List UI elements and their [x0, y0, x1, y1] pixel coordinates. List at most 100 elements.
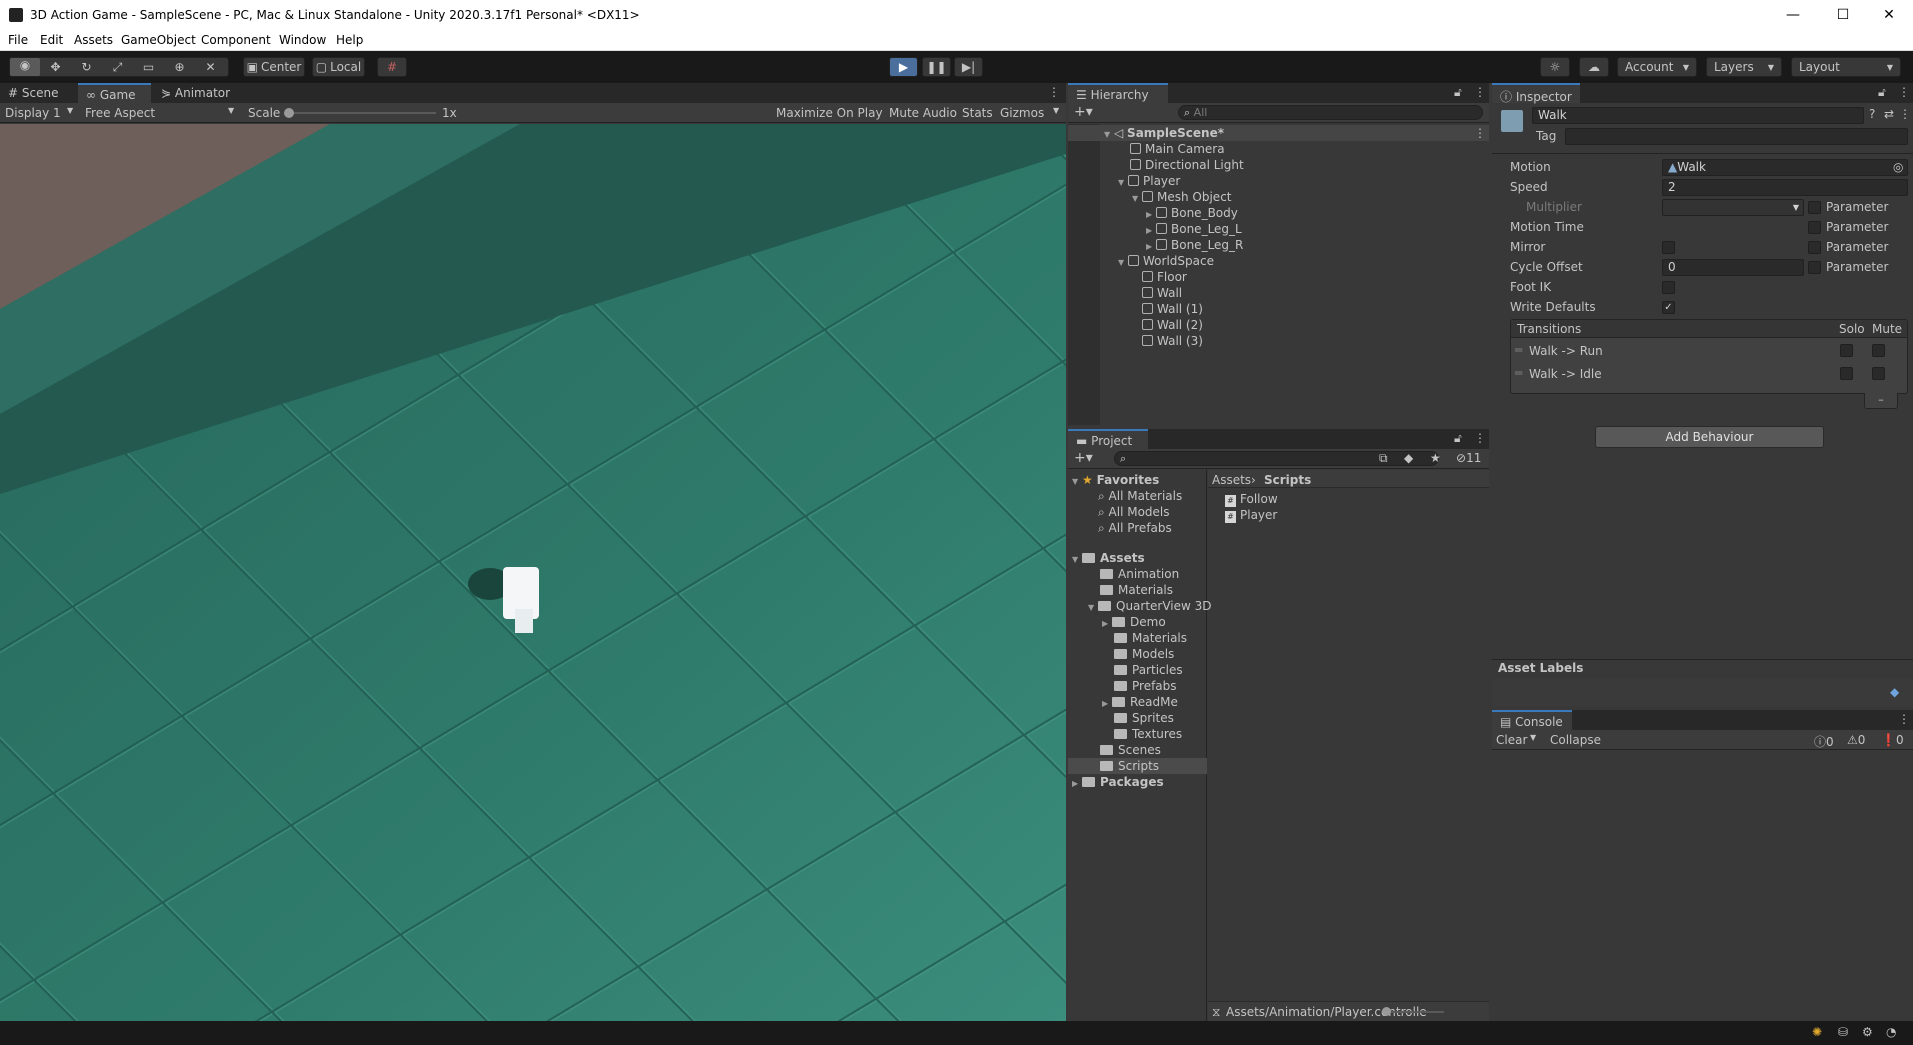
add-behaviour-button[interactable]: Add Behaviour: [1595, 426, 1824, 448]
collapse-toggle[interactable]: Collapse: [1550, 733, 1601, 747]
more-menu-icon[interactable]: ⋮: [1898, 712, 1910, 726]
hierarchy-item-bone-leg-l[interactable]: ▶ Bone_Leg_L: [1146, 222, 1242, 236]
debug-icon[interactable]: ⚙: [1862, 1025, 1873, 1039]
layers-dropdown[interactable]: Layers ▼: [1706, 57, 1782, 77]
tab-animator[interactable]: ⋟ Animator: [153, 83, 243, 103]
hierarchy-item-bone-body[interactable]: ▶ Bone_Body: [1146, 206, 1238, 220]
folder-quarterview-3d[interactable]: ▼ QuarterView 3D: [1088, 599, 1212, 613]
label-tag-icon[interactable]: ◆: [1890, 685, 1899, 699]
hidden-packages-icon[interactable]: ⊘11: [1456, 451, 1481, 465]
folder-textures[interactable]: Textures: [1114, 727, 1182, 741]
lock-icon[interactable]: 🔓︎: [1454, 85, 1462, 100]
favorite-all-prefabs[interactable]: ⌕ All Prefabs: [1098, 521, 1172, 536]
hierarchy-item-wall-1[interactable]: Wall (1): [1142, 302, 1203, 316]
lock-icon[interactable]: 🔓︎: [1454, 431, 1462, 446]
folder-scripts[interactable]: Scripts: [1100, 759, 1159, 773]
transform-tool-icon[interactable]: ⊕: [164, 60, 195, 74]
speed-field[interactable]: 2: [1662, 179, 1908, 196]
hierarchy-item-wall[interactable]: Wall: [1142, 286, 1182, 300]
gizmos-dropdown[interactable]: Gizmos: [1000, 106, 1044, 120]
mirror-checkbox[interactable]: [1662, 241, 1675, 254]
folder-readme[interactable]: ▶ ReadMe: [1102, 695, 1178, 709]
hierarchy-item-wall-3[interactable]: Wall (3): [1142, 334, 1203, 348]
transition-mute-checkbox[interactable]: [1872, 344, 1885, 357]
menu-window[interactable]: Window: [279, 33, 326, 47]
folder-particles[interactable]: Particles: [1114, 663, 1183, 677]
scale-tool-icon[interactable]: ⤢: [102, 60, 133, 75]
folder-models[interactable]: Models: [1114, 647, 1174, 661]
menu-component[interactable]: Component: [201, 33, 271, 47]
more-menu-icon[interactable]: ⋮: [1899, 107, 1911, 121]
filter-type-icon[interactable]: ⧉: [1379, 451, 1388, 466]
icon-size-slider-thumb[interactable]: [1382, 1007, 1391, 1016]
tab-inspector[interactable]: ⓘ Inspector: [1492, 83, 1580, 104]
account-dropdown[interactable]: Account ▼: [1617, 57, 1697, 77]
foot-ik-checkbox[interactable]: [1662, 281, 1675, 294]
stats-toggle[interactable]: Stats: [962, 106, 993, 120]
transition-mute-checkbox[interactable]: [1872, 367, 1885, 380]
game-render-view[interactable]: [0, 124, 1066, 1021]
display-dropdown[interactable]: Display 1: [5, 106, 61, 120]
favorite-all-materials[interactable]: ⌕ All Materials: [1098, 489, 1182, 504]
hierarchy-item-floor[interactable]: Floor: [1142, 270, 1187, 284]
file-follow[interactable]: # Follow: [1225, 492, 1278, 507]
file-player[interactable]: # Player: [1225, 508, 1277, 523]
filter-label-icon[interactable]: ◆: [1404, 451, 1413, 465]
transition-solo-checkbox[interactable]: [1840, 367, 1853, 380]
maximize-button[interactable]: ☐: [1820, 0, 1866, 30]
folder-sprites[interactable]: Sprites: [1114, 711, 1174, 725]
more-menu-icon[interactable]: ⋮: [1474, 85, 1486, 99]
favorites-section[interactable]: ▼ ★ Favorites: [1072, 473, 1159, 487]
aspect-dropdown[interactable]: Free Aspect: [85, 106, 155, 120]
folder-animation[interactable]: Animation: [1100, 567, 1179, 581]
menu-assets[interactable]: Assets: [74, 33, 113, 47]
warning-filter-toggle[interactable]: ⚠0: [1847, 733, 1865, 747]
packages-root[interactable]: ▶ Packages: [1072, 775, 1164, 789]
hierarchy-item-bone-leg-r[interactable]: ▶ Bone_Leg_R: [1146, 238, 1243, 252]
hierarchy-item-directional-light[interactable]: Directional Light: [1130, 158, 1244, 172]
multiplier-parameter-checkbox[interactable]: [1808, 201, 1821, 214]
cycle-offset-field[interactable]: 0: [1662, 259, 1804, 276]
drag-handle-icon[interactable]: ═: [1515, 343, 1522, 357]
rotate-tool-icon[interactable]: ↻: [71, 60, 102, 74]
move-tool-icon[interactable]: ✥: [40, 60, 71, 74]
collab-button[interactable]: ☼: [1540, 57, 1570, 77]
play-button[interactable]: ▶: [889, 57, 918, 77]
state-name-field[interactable]: Walk: [1532, 107, 1864, 124]
tab-project[interactable]: ▬ Project: [1068, 429, 1148, 449]
scene-root[interactable]: ▼ ◁ SampleScene*: [1104, 126, 1224, 140]
tab-game[interactable]: ∞ Game: [78, 83, 151, 103]
more-menu-icon[interactable]: ⋮: [1048, 85, 1060, 99]
folder-materials[interactable]: Materials: [1100, 583, 1173, 597]
menu-edit[interactable]: Edit: [40, 33, 63, 47]
cloud-button[interactable]: ☁: [1579, 57, 1609, 77]
rect-tool-icon[interactable]: ▭: [133, 60, 164, 74]
tab-scene[interactable]: # Scene: [0, 83, 76, 103]
close-button[interactable]: ✕: [1866, 0, 1912, 30]
tag-field[interactable]: [1565, 128, 1908, 145]
folder-scenes[interactable]: Scenes: [1100, 743, 1161, 757]
layout-dropdown[interactable]: Layout ▼: [1791, 57, 1901, 77]
folder-demo[interactable]: ▶ Demo: [1102, 615, 1166, 629]
object-picker-icon[interactable]: ◎: [1893, 160, 1903, 174]
transition-row-idle[interactable]: ═ Walk -> Idle: [1511, 363, 1907, 385]
breadcrumb-scripts[interactable]: Scripts: [1264, 473, 1311, 487]
hierarchy-item-player[interactable]: ▼ Player: [1118, 174, 1180, 188]
cache-server-icon[interactable]: ⛁: [1838, 1025, 1848, 1039]
motion-time-parameter-checkbox[interactable]: [1808, 221, 1821, 234]
mirror-parameter-checkbox[interactable]: [1808, 241, 1821, 254]
tab-console[interactable]: ▤ Console: [1492, 710, 1572, 730]
multiplier-dropdown[interactable]: ▼: [1662, 199, 1804, 216]
favorite-all-models[interactable]: ⌕ All Models: [1098, 505, 1170, 520]
lock-icon[interactable]: 🔓︎: [1878, 85, 1886, 100]
hierarchy-item-mesh-object[interactable]: ▼ Mesh Object: [1132, 190, 1232, 204]
remove-transition-button[interactable]: –: [1864, 393, 1898, 409]
add-icon[interactable]: +▾: [1074, 450, 1093, 466]
pause-button[interactable]: ❚❚: [922, 57, 951, 77]
hierarchy-item-wall-2[interactable]: Wall (2): [1142, 318, 1203, 332]
project-search-input[interactable]: ⌕: [1114, 451, 1439, 466]
minimize-button[interactable]: —: [1770, 0, 1816, 30]
favorite-star-icon[interactable]: ★: [1430, 451, 1441, 465]
console-log-area[interactable]: [1492, 751, 1913, 1021]
hierarchy-item-main-camera[interactable]: Main Camera: [1130, 142, 1225, 156]
